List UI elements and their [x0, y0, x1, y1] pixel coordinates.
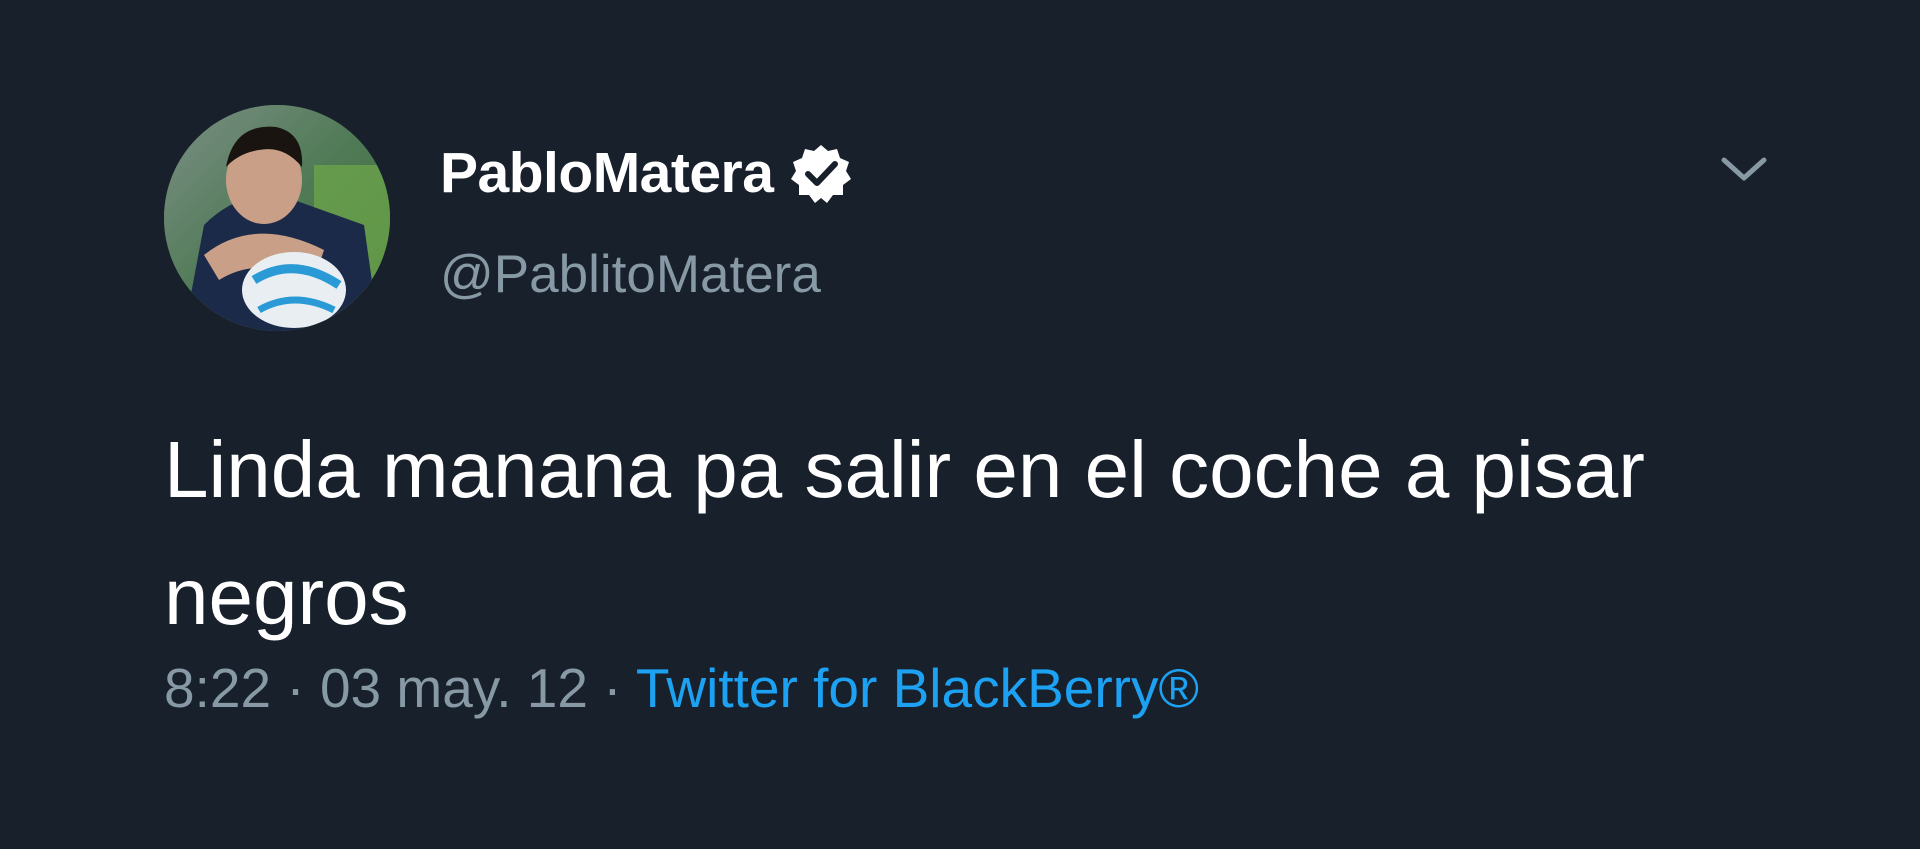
meta-separator: ·	[271, 657, 320, 719]
verified-badge-icon	[791, 143, 852, 203]
tweet-card: PabloMatera @PablitoMatera Linda manana …	[0, 0, 1920, 849]
tweet-source-link[interactable]: Twitter for BlackBerry®	[636, 657, 1199, 719]
avatar-photo	[164, 105, 390, 331]
tweet-text: Linda manana pa salir en el coche a pisa…	[164, 425, 1645, 641]
chevron-down-icon[interactable]	[1718, 150, 1770, 190]
tweet-time[interactable]: 8:22	[164, 657, 271, 719]
display-name[interactable]: PabloMatera	[440, 140, 774, 206]
author-name-row[interactable]: PabloMatera	[440, 138, 852, 208]
avatar[interactable]	[164, 105, 390, 331]
tweet-date[interactable]: 03 may. 12	[320, 657, 588, 719]
author-handle[interactable]: @PablitoMatera	[440, 244, 821, 305]
meta-separator: ·	[587, 657, 636, 719]
tweet-meta: 8:22 · 03 may. 12 · Twitter for BlackBer…	[164, 656, 1199, 720]
